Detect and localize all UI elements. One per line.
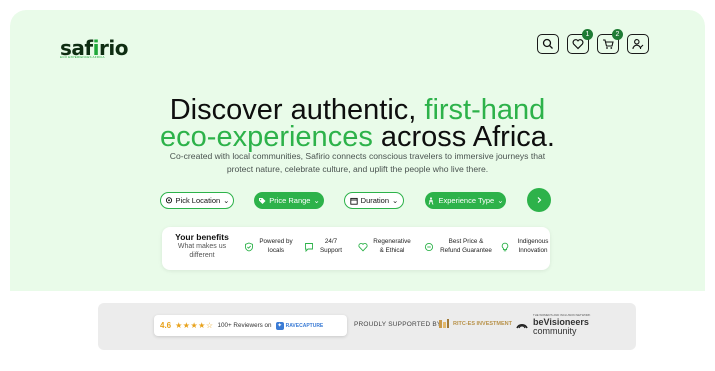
search-button[interactable] xyxy=(537,34,559,54)
heart-icon xyxy=(572,39,584,50)
page-frame: safirio ECO EXPERIENCES AFRICA 1 2 Disco… xyxy=(10,10,705,361)
wishlist-button[interactable]: 1 xyxy=(567,29,593,54)
search-icon xyxy=(542,38,553,49)
benefit-regenerative: Regenerative & Ethical xyxy=(358,238,412,255)
chevron-right-icon xyxy=(537,197,542,203)
benefit-powered-by-locals: Powered by locals xyxy=(244,238,294,255)
hero-section: safirio ECO EXPERIENCES AFRICA 1 2 Disco… xyxy=(10,10,705,291)
benefit-support: 24/7 Support xyxy=(304,238,344,255)
location-pin-icon xyxy=(165,196,172,203)
benefit-best-price: Best Price & Refund Guarantee xyxy=(424,238,494,255)
chat-icon xyxy=(305,242,313,252)
chevron-down-icon: ⌄ xyxy=(392,196,399,205)
benefits-heading: Your benefits What makes us different xyxy=(172,232,232,260)
price-range-button[interactable]: Price Range ⌄ xyxy=(254,192,324,209)
experience-type-label: Experience Type xyxy=(438,196,495,205)
rating-badge[interactable]: 4.6 ★★★★☆ 100+ Reviewers on ✦ RAVECAPTUR… xyxy=(154,315,347,336)
bevisioneers-arc-icon xyxy=(516,323,528,328)
price-tag-icon xyxy=(424,242,434,251)
cart-button[interactable]: 2 xyxy=(597,29,623,54)
user-icon xyxy=(632,39,644,50)
benefits-card: Your benefits What makes us different Po… xyxy=(162,227,550,270)
benefit-indigenous: Indigenous Innovation xyxy=(500,238,552,255)
ritc-logo: RITC-ES INVESTMENT xyxy=(438,318,512,330)
ravecapture-logo: ✦ RAVECAPTURE xyxy=(275,321,324,330)
ritc-name: RITC-ES INVESTMENT xyxy=(453,321,512,327)
benefit-label: Powered by locals xyxy=(259,238,293,254)
lightbulb-icon xyxy=(501,242,509,251)
chevron-down-icon: ⌄ xyxy=(223,196,230,205)
benefits-title: Your benefits xyxy=(175,232,229,242)
bevisioneers-community: community xyxy=(533,326,577,336)
hiker-icon xyxy=(429,196,434,205)
search-submit-button[interactable] xyxy=(527,188,551,212)
benefit-label: Indigenous Innovation xyxy=(517,238,549,254)
wishlist-count-badge: 1 xyxy=(582,29,593,40)
star-rating-icon: ★★★★☆ xyxy=(175,321,214,330)
cart-icon xyxy=(603,39,614,49)
duration-button[interactable]: Duration ⌄ xyxy=(344,192,404,209)
calendar-icon xyxy=(350,197,358,205)
ritc-emblem-icon xyxy=(439,319,449,328)
price-tag-icon xyxy=(259,197,266,204)
supported-by-label: PROUDLY SUPPORTED BY xyxy=(354,321,442,328)
pick-location-label: Pick Location xyxy=(175,196,221,205)
benefits-subtitle: What makes us different xyxy=(177,243,227,259)
price-range-label: Price Range xyxy=(269,196,311,205)
chevron-down-icon: ⌄ xyxy=(313,196,320,205)
logo-tagline: ECO EXPERIENCES AFRICA xyxy=(60,55,105,59)
rating-score: 4.6 xyxy=(160,321,172,330)
benefit-label: Regenerative & Ethical xyxy=(373,238,411,254)
benefit-label: 24/7 Support xyxy=(319,238,343,254)
hero-subtitle: Co-created with local communities, Safir… xyxy=(169,151,546,174)
title-highlight2: eco-experiences xyxy=(160,121,373,153)
title-part2: across Africa. xyxy=(372,121,555,153)
benefit-label: Best Price & Refund Guarantee xyxy=(440,238,492,254)
experience-type-button[interactable]: Experience Type ⌄ xyxy=(425,192,506,209)
cart-count-badge: 2 xyxy=(612,29,623,40)
pick-location-button[interactable]: Pick Location ⌄ xyxy=(160,192,234,209)
duration-label: Duration xyxy=(360,196,390,205)
chevron-down-icon: ⌄ xyxy=(497,196,504,205)
ravecapture-name: RAVECAPTURE xyxy=(285,322,324,329)
reviewers-text: 100+ Reviewers on xyxy=(217,322,272,329)
trust-strip: 4.6 ★★★★☆ 100+ Reviewers on ✦ RAVECAPTUR… xyxy=(98,303,636,350)
hero-title-line2: eco-experiences across Africa. xyxy=(10,122,705,152)
account-button[interactable] xyxy=(627,34,649,54)
ravecapture-icon: ✦ xyxy=(275,321,284,330)
shield-check-icon xyxy=(245,242,253,251)
heart-icon xyxy=(358,242,368,251)
bevisioneers-logo: THE WOMEN'S AND INCLUSION NETWORK beVisi… xyxy=(515,313,590,336)
